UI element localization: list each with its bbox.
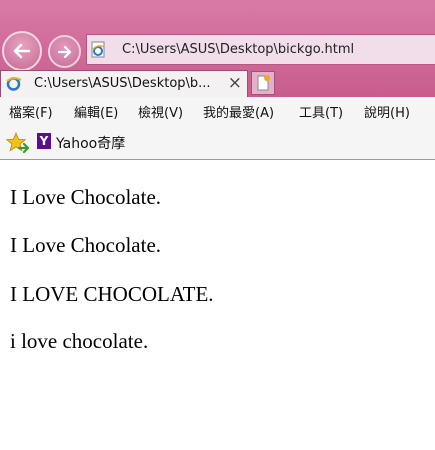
back-button[interactable] [2, 31, 42, 71]
tab-title: C:\Users\ASUS\Desktop\b... [34, 76, 211, 91]
menu-item-favorites[interactable]: 我的最愛(A) [203, 102, 274, 121]
close-icon[interactable]: × [228, 73, 242, 93]
text-line: I Love Chocolate. [10, 185, 162, 209]
favorites-bar: Y Yahoo奇摩 [0, 125, 435, 160]
favorites-star-icon[interactable] [5, 131, 29, 155]
menu-item-view[interactable]: 檢視(V) [138, 102, 183, 121]
address-bar[interactable]: C:\Users\ASUS\Desktop\bickgo.html [86, 34, 435, 65]
menu-item-tools[interactable]: 工具(T) [299, 102, 343, 121]
new-tab-icon [257, 75, 270, 91]
text-line: I LOVE CHOCOLATE. [10, 282, 214, 306]
menu-item-edit[interactable]: 編輯(E) [74, 102, 118, 121]
text-line: i love chocolate. [10, 329, 149, 353]
address-url: C:\Users\ASUS\Desktop\bickgo.html [122, 42, 355, 57]
forward-arrow-icon [57, 45, 71, 58]
forward-button[interactable] [48, 35, 81, 68]
favorite-link-yahoo[interactable]: Yahoo奇摩 [56, 133, 125, 153]
browser-chrome: C:\Users\ASUS\Desktop\bickgo.html C:\Use… [0, 0, 435, 97]
new-tab-button[interactable] [251, 71, 275, 95]
menu-item-file[interactable]: 檔案(F) [9, 102, 53, 121]
menu-item-help[interactable]: 說明(H) [364, 102, 410, 121]
page-content: I Love Chocolate. I Love Chocolate. I LO… [0, 161, 435, 450]
tab-active[interactable]: C:\Users\ASUS\Desktop\b... × [0, 70, 248, 97]
yahoo-icon: Y [37, 133, 51, 149]
back-arrow-icon [13, 43, 31, 59]
menu-bar: 檔案(F) 編輯(E) 檢視(V) 我的最愛(A) 工具(T) 說明(H) [0, 97, 435, 125]
text-line: I Love Chocolate. [10, 233, 162, 257]
ie-page-icon [91, 41, 105, 58]
ie-page-icon [6, 77, 22, 91]
